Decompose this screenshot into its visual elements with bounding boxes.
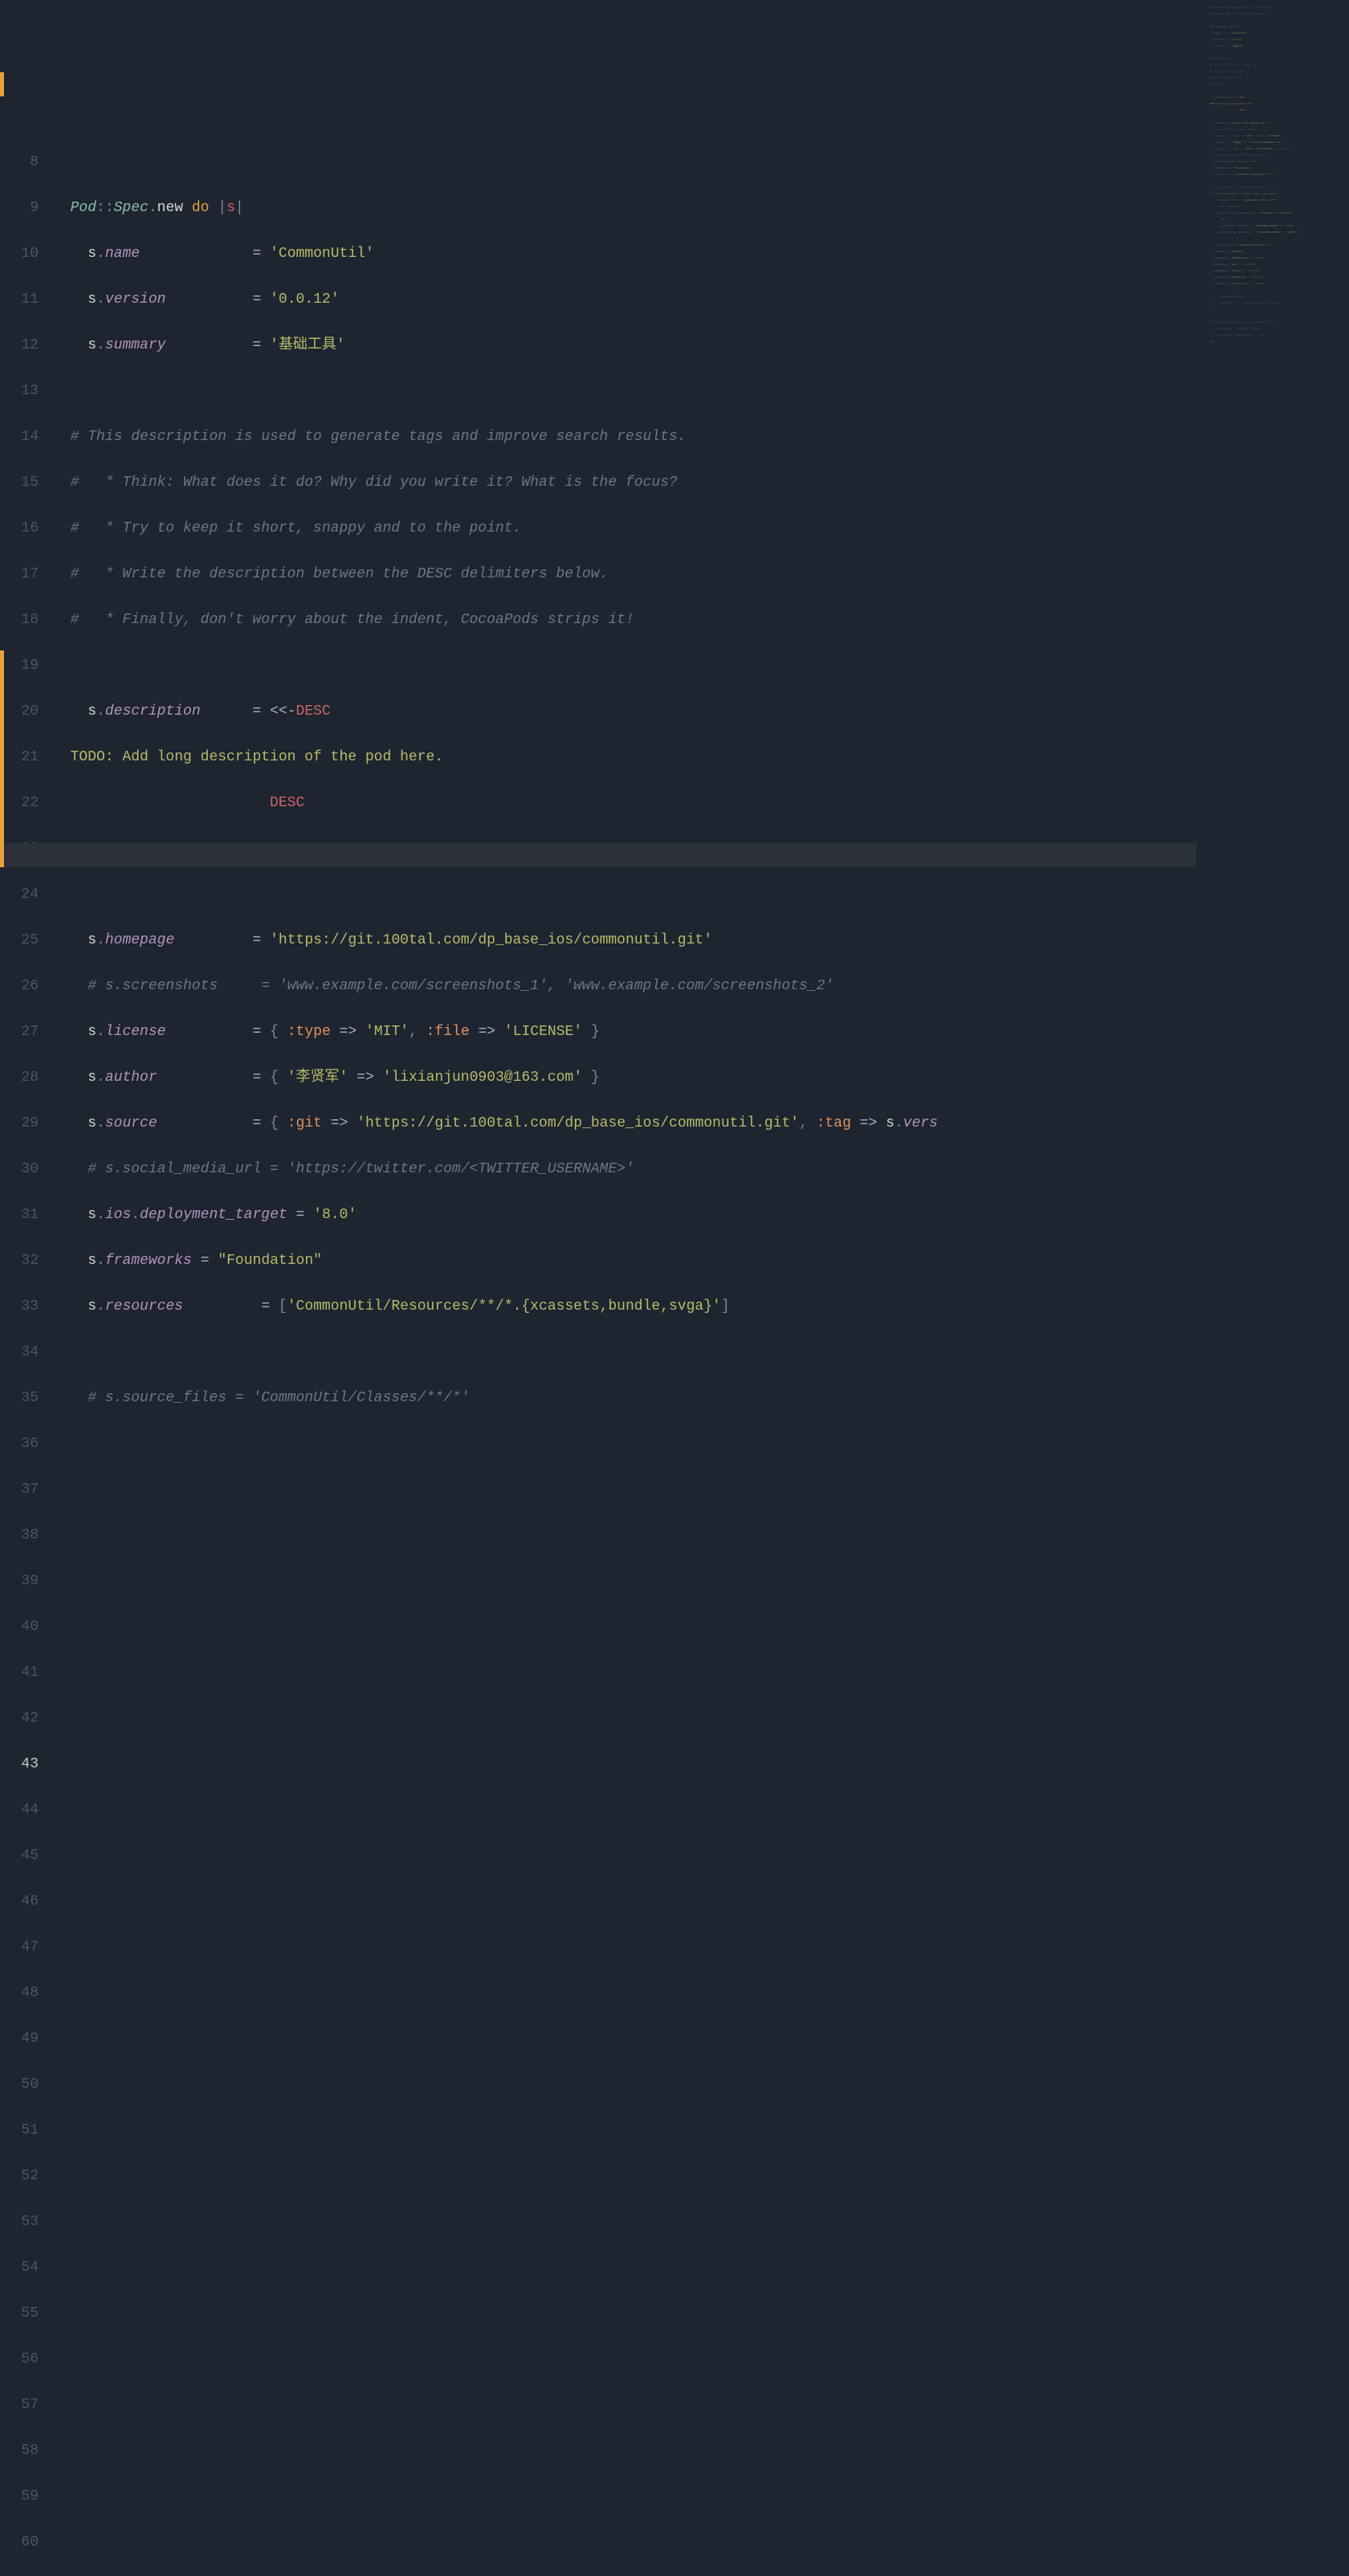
- code-line[interactable]: [53, 1342, 1196, 1366]
- code-editor[interactable]: 8 9 10 11 12 13 14 15 16 17 18 19 20 21 …: [0, 130, 1196, 1418]
- line-number: 25: [0, 930, 39, 954]
- code-line[interactable]: s.resources = ['CommonUtil/Resources/**/…: [53, 1296, 1196, 1320]
- line-number: 35: [0, 1388, 39, 1412]
- line-number: 39: [0, 1571, 39, 1595]
- code-line[interactable]: # * Write the description between the DE…: [53, 564, 1196, 588]
- line-number: 48: [0, 1983, 39, 2007]
- line-number: 27: [0, 1021, 39, 1045]
- line-number: 60: [0, 2532, 39, 2556]
- code-line[interactable]: s.author = { '李贤军' => 'lixianjun0903@163…: [53, 1067, 1196, 1091]
- line-number: 15: [0, 472, 39, 496]
- line-number: 52: [0, 2166, 39, 2190]
- line-number: 22: [0, 793, 39, 817]
- line-number: 26: [0, 976, 39, 1000]
- code-line[interactable]: # s.source_files = 'CommonUtil/Classes/*…: [53, 1388, 1196, 1412]
- code-line[interactable]: s.version = '0.0.12': [53, 289, 1196, 313]
- line-number: 34: [0, 1342, 39, 1366]
- line-number: 50: [0, 2074, 39, 2098]
- line-number: 59: [0, 2486, 39, 2510]
- line-number: 38: [0, 1525, 39, 1549]
- line-number: 17: [0, 564, 39, 588]
- line-number: 16: [0, 518, 39, 542]
- line-number: 20: [0, 701, 39, 725]
- line-number: 14: [0, 426, 39, 450]
- line-number: 10: [0, 243, 39, 267]
- line-number: 28: [0, 1067, 39, 1091]
- line-number: 45: [0, 1845, 39, 1869]
- line-number: 30: [0, 1159, 39, 1183]
- code-line[interactable]: [53, 655, 1196, 679]
- code-line[interactable]: [53, 884, 1196, 908]
- line-number: 32: [0, 1250, 39, 1274]
- line-number: 44: [0, 1800, 39, 1824]
- line-number: 8: [0, 152, 39, 176]
- line-number: 12: [0, 335, 39, 359]
- line-number: 53: [0, 2211, 39, 2236]
- line-number: 40: [0, 1616, 39, 1641]
- code-content[interactable]: Pod::Spec.new do |s| s.name = 'CommonUti…: [53, 130, 1196, 1418]
- modified-line-marker: [0, 72, 4, 96]
- line-number: 41: [0, 1662, 39, 1686]
- line-number: 51: [0, 2120, 39, 2144]
- code-line[interactable]: # * Finally, don't worry about the inden…: [53, 609, 1196, 634]
- line-number: 36: [0, 1433, 39, 1457]
- code-line[interactable]: [53, 152, 1196, 176]
- line-number: 18: [0, 609, 39, 634]
- code-line[interactable]: DESC: [53, 793, 1196, 817]
- current-line-highlight: [0, 843, 1196, 867]
- line-number: 19: [0, 655, 39, 679]
- line-number: 46: [0, 1891, 39, 1915]
- line-number-gutter: 8 9 10 11 12 13 14 15 16 17 18 19 20 21 …: [0, 130, 53, 1418]
- code-line[interactable]: Pod::Spec.new do |s|: [53, 198, 1196, 222]
- line-number: 24: [0, 884, 39, 908]
- line-number: 42: [0, 1708, 39, 1732]
- line-number: 37: [0, 1479, 39, 1503]
- line-number: 11: [0, 289, 39, 313]
- code-line[interactable]: s.name = 'CommonUtil': [53, 243, 1196, 267]
- line-number: 47: [0, 1937, 39, 1961]
- code-line[interactable]: # * Think: What does it do? Why did you …: [53, 472, 1196, 496]
- code-line[interactable]: # This description is used to generate t…: [53, 426, 1196, 450]
- code-line[interactable]: s.frameworks = "Foundation": [53, 1250, 1196, 1274]
- code-line[interactable]: TODO: Add long description of the pod he…: [53, 747, 1196, 771]
- line-number: 9: [0, 198, 39, 222]
- code-line[interactable]: s.ios.deployment_target = '8.0': [53, 1204, 1196, 1229]
- modified-line-marker: [0, 650, 4, 867]
- line-number: 56: [0, 2349, 39, 2373]
- line-number: 54: [0, 2257, 39, 2281]
- code-line[interactable]: # s.social_media_url = 'https://twitter.…: [53, 1159, 1196, 1183]
- code-line[interactable]: s.description = <<-DESC: [53, 701, 1196, 725]
- line-number: 31: [0, 1204, 39, 1229]
- code-line[interactable]: s.license = { :type => 'MIT', :file => '…: [53, 1021, 1196, 1045]
- line-number: 29: [0, 1113, 39, 1137]
- code-line[interactable]: s.homepage = 'https://git.100tal.com/dp_…: [53, 930, 1196, 954]
- code-line[interactable]: s.source = { :git => 'https://git.100tal…: [53, 1113, 1196, 1137]
- code-line[interactable]: s.summary = '基础工具': [53, 335, 1196, 359]
- line-number: 13: [0, 381, 39, 405]
- code-line[interactable]: [53, 381, 1196, 405]
- code-line[interactable]: # * Try to keep it short, snappy and to …: [53, 518, 1196, 542]
- line-number: 21: [0, 747, 39, 771]
- code-line[interactable]: # s.screenshots = 'www.example.com/scree…: [53, 976, 1196, 1000]
- line-number: 57: [0, 2395, 39, 2419]
- line-number-current: 43: [0, 1754, 39, 1778]
- line-number: 49: [0, 2028, 39, 2052]
- line-number: 55: [0, 2303, 39, 2327]
- minimap[interactable]: ## example of a podspec that is to be ke…: [1204, 0, 1349, 1288]
- line-number: 58: [0, 2440, 39, 2464]
- line-number: 33: [0, 1296, 39, 1320]
